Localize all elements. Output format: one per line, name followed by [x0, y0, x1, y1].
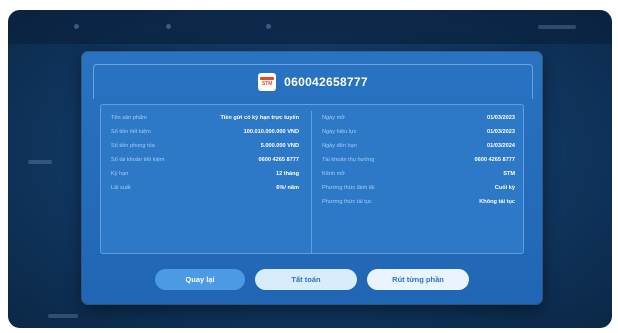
info-value: Cuối kỳ: [494, 185, 515, 191]
info-label: Số tài khoản tiết kiệm: [111, 157, 165, 163]
info-value: 12 tháng: [275, 171, 299, 177]
info-row: Kênh mở STM: [322, 167, 515, 181]
account-detail-dialog: STM 060042658777 Tên sản phẩm Tiền gửi có…: [82, 52, 542, 304]
info-column-left: Tên sản phẩm Tiền gửi có kỳ hạn trực tuyế…: [101, 111, 312, 253]
info-label: Phương thức tái tục: [322, 199, 372, 205]
info-row: Ngày mở 01/03/2023: [322, 111, 515, 125]
back-button[interactable]: Quay lại: [155, 269, 245, 290]
info-row: Phương thức tái tục Không tái tục: [322, 195, 515, 209]
info-row: Tên sản phẩm Tiền gửi có kỳ hạn trực tuyế…: [111, 111, 299, 125]
account-info-panel: Tên sản phẩm Tiền gửi có kỳ hạn trực tuyế…: [100, 104, 524, 254]
info-label: Lãi suất: [111, 185, 131, 191]
info-row: Lãi suất 6%/ năm: [111, 181, 299, 195]
info-column-right: Ngày mở 01/03/2023 Ngày hiệu lực 01/03/202…: [312, 111, 523, 253]
background-text: [48, 314, 78, 318]
info-label: Tên sản phẩm: [111, 115, 147, 121]
info-row: Ngày hiệu lực 01/03/2023: [322, 125, 515, 139]
info-row: Phương thức lãnh lãi Cuối kỳ: [322, 181, 515, 195]
info-row: Số tài khoản tiết kiệm 0600 4265 8777: [111, 153, 299, 167]
partial-withdraw-button[interactable]: Rút từng phần: [367, 269, 469, 290]
dialog-header: STM 060042658777: [93, 64, 533, 99]
info-label: Số tiền phong tỏa: [111, 143, 155, 149]
info-value: 01/03/2024: [487, 143, 515, 149]
info-value: 0600 4265 8777: [474, 157, 515, 163]
info-row: Số tiền tiết kiệm 100.010.000.000 VND: [111, 125, 299, 139]
info-label: Tài khoản thụ hưởng: [322, 157, 375, 163]
info-label: Ngày đến hạn: [322, 143, 357, 149]
info-label: Số tiền tiết kiệm: [111, 129, 151, 135]
info-label: Kỳ hạn: [111, 171, 129, 177]
info-value: 5.000.000 VND: [260, 143, 299, 149]
info-value: 100.010.000.000 VND: [243, 129, 299, 135]
info-row: Số tiền phong tỏa 5.000.000 VND: [111, 139, 299, 153]
info-row: Kỳ hạn 12 tháng: [111, 167, 299, 181]
info-row: Tài khoản thụ hưởng 0600 4265 8777: [322, 153, 515, 167]
info-label: Kênh mở: [322, 171, 345, 177]
info-value: STM: [503, 171, 515, 177]
info-label: Ngày hiệu lực: [322, 129, 357, 135]
background-text: [28, 160, 52, 164]
info-label: Phương thức lãnh lãi: [322, 185, 375, 191]
background-text: [538, 25, 576, 29]
background-icon: [74, 24, 79, 29]
info-value: Không tái tục: [479, 199, 515, 205]
info-value: Tiền gửi có kỳ hạn trực tuyến: [220, 115, 299, 121]
dialog-actions: Quay lại Tất toán Rút từng phần: [82, 269, 542, 290]
screen-background: STM 060042658777 Tên sản phẩm Tiền gửi có…: [8, 10, 612, 328]
info-value: 01/03/2023: [487, 129, 515, 135]
background-top-bar: [8, 10, 612, 44]
info-value: 0600 4265 8777: [258, 157, 299, 163]
info-label: Ngày mở: [322, 115, 345, 121]
background-icon: [266, 24, 271, 29]
info-value: 6%/ năm: [276, 185, 299, 191]
stm-logo-icon: STM: [258, 73, 277, 91]
info-row: Ngày đến hạn 01/03/2024: [322, 139, 515, 153]
background-icon: [166, 24, 171, 29]
settle-button[interactable]: Tất toán: [255, 269, 357, 290]
info-value: 01/03/2023: [487, 115, 515, 121]
account-number-title: 060042658777: [284, 75, 368, 89]
